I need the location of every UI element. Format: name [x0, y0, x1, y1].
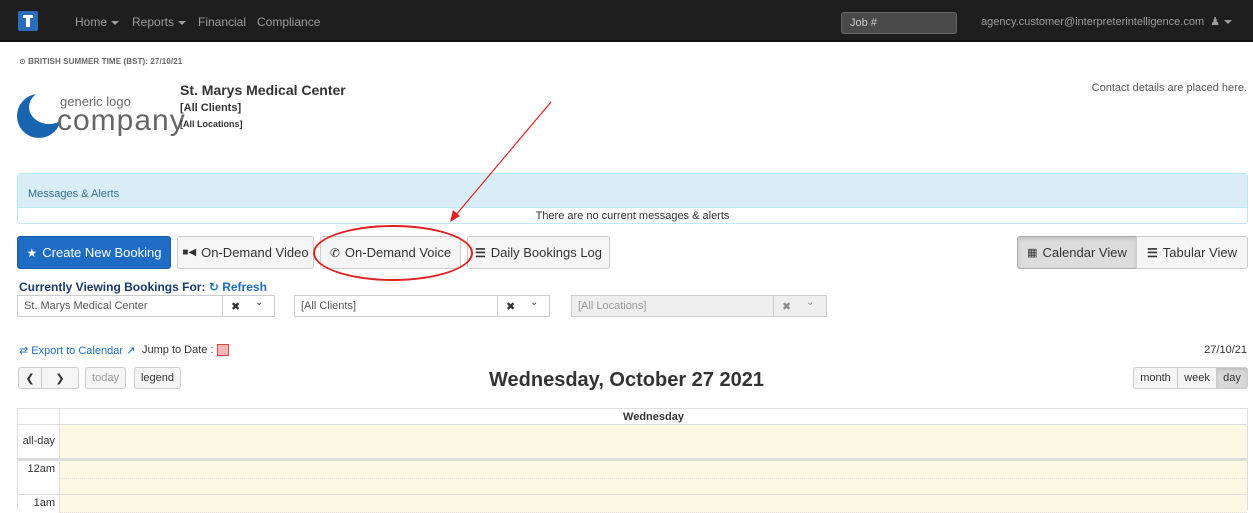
- tabular-view-label: Tabular View: [1162, 245, 1237, 260]
- user-menu[interactable]: agency.customer@interpreterintelligence.…: [981, 15, 1233, 28]
- clear-icon[interactable]: ✖: [506, 300, 515, 313]
- user-icon: ♟: [1210, 16, 1221, 28]
- alerts-panel: Messages & Alerts There are no current m…: [17, 173, 1248, 224]
- daily-bookings-log-label: Daily Bookings Log: [490, 245, 603, 260]
- tabular-view-button[interactable]: ☰ Tabular View: [1136, 236, 1248, 269]
- viewing-bookings-label: Currently Viewing Bookings For: ↻ Refres…: [19, 280, 267, 294]
- list-icon: ☰: [474, 245, 486, 260]
- chevron-down-icon[interactable]: ⌄: [530, 297, 538, 308]
- locations-select[interactable]: [All Locations]: [571, 295, 774, 317]
- job-number-input[interactable]: Job #: [841, 12, 957, 34]
- timezone-label: ⊙ BRITISH SUMMER TIME (BST): 27/10/21: [19, 57, 183, 66]
- list-icon: ☰: [1147, 245, 1158, 260]
- chevron-down-icon[interactable]: ⌄: [806, 297, 814, 308]
- exchange-icon: ⇄: [19, 345, 29, 357]
- highlight-annotation: [313, 225, 473, 281]
- organization-select[interactable]: St. Marys Medical Center: [17, 295, 223, 317]
- hour-label-1am: 1am: [18, 495, 60, 513]
- logo-big-text: company: [57, 104, 186, 137]
- locations-label: [All Locations]: [180, 119, 243, 129]
- hour-label-12am: 12am: [18, 461, 60, 479]
- export-label: Export to Calendar: [31, 345, 123, 357]
- allday-label: all-day: [18, 425, 60, 459]
- clients-select[interactable]: [All Clients]: [294, 295, 498, 317]
- create-booking-button[interactable]: ★ Create New Booking: [17, 236, 171, 269]
- time-gutter-header: [18, 409, 60, 425]
- daily-bookings-log-button[interactable]: ☰ Daily Bookings Log: [467, 236, 610, 269]
- refresh-icon: ↻: [208, 280, 219, 294]
- week-view-button[interactable]: week: [1177, 367, 1217, 389]
- hour-label-spacer: [18, 479, 60, 495]
- time-slot[interactable]: [60, 479, 1247, 495]
- alerts-message: There are no current messages & alerts: [18, 207, 1247, 224]
- nav-financial[interactable]: Financial: [198, 15, 246, 29]
- on-demand-video-label: On-Demand Video: [201, 245, 309, 260]
- viewing-label-text: Currently Viewing Bookings For:: [19, 280, 206, 294]
- day-column-header: Wednesday: [60, 409, 1247, 425]
- brand-logo-icon[interactable]: [18, 11, 38, 31]
- video-camera-icon: ■◀: [182, 247, 197, 258]
- on-demand-video-button[interactable]: ■◀ On-Demand Video: [177, 236, 314, 269]
- company-logo: generic logo company: [17, 90, 185, 142]
- create-booking-label: Create New Booking: [42, 245, 162, 260]
- month-view-button[interactable]: month: [1133, 367, 1178, 389]
- day-view-button[interactable]: day: [1216, 367, 1248, 389]
- star-icon: ★: [26, 245, 38, 260]
- nav-reports[interactable]: Reports: [132, 15, 187, 29]
- nav-reports-label: Reports: [132, 15, 175, 29]
- top-navbar: Home Reports Financial Compliance Job # …: [0, 0, 1253, 42]
- clients-label: [All Clients]: [180, 102, 242, 114]
- calendar-icon: ▦: [1027, 247, 1038, 259]
- chevron-down-icon: [178, 20, 187, 25]
- chevron-down-icon[interactable]: ⌄: [255, 297, 263, 308]
- clear-icon[interactable]: ✖: [231, 300, 240, 313]
- nav-home[interactable]: Home: [75, 15, 120, 29]
- current-date-short: 27/10/21: [1204, 344, 1247, 356]
- time-slot[interactable]: [60, 495, 1247, 513]
- chevron-down-icon: [1224, 20, 1233, 25]
- alerts-heading: Messages & Alerts: [18, 174, 1247, 207]
- external-link-icon: ↗: [126, 345, 136, 357]
- calendar-grid: Wednesday all-day 12am 1am: [17, 408, 1248, 513]
- calendar-view-label: Calendar View: [1042, 245, 1127, 260]
- nav-home-label: Home: [75, 15, 108, 29]
- organization-name: St. Marys Medical Center: [180, 82, 346, 98]
- calendar-picker-icon[interactable]: [217, 344, 229, 356]
- calendar-title: Wednesday, October 27 2021: [489, 369, 764, 391]
- jump-to-date-label: Jump to Date :: [142, 344, 214, 356]
- export-to-calendar-link[interactable]: ⇄ Export to Calendar ↗: [19, 344, 135, 357]
- refresh-label: Refresh: [222, 280, 267, 294]
- refresh-link[interactable]: ↻ Refresh: [209, 280, 267, 294]
- time-slot[interactable]: [60, 461, 1247, 479]
- clear-icon[interactable]: ✖: [782, 300, 791, 313]
- nav-compliance[interactable]: Compliance: [257, 15, 320, 29]
- calendar-view-button[interactable]: ▦ Calendar View: [1017, 236, 1137, 269]
- allday-slot[interactable]: [60, 425, 1247, 459]
- chevron-down-icon: [111, 20, 120, 25]
- contact-details: Contact details are placed here.: [1091, 82, 1247, 94]
- user-email: agency.customer@interpreterintelligence.…: [981, 16, 1205, 28]
